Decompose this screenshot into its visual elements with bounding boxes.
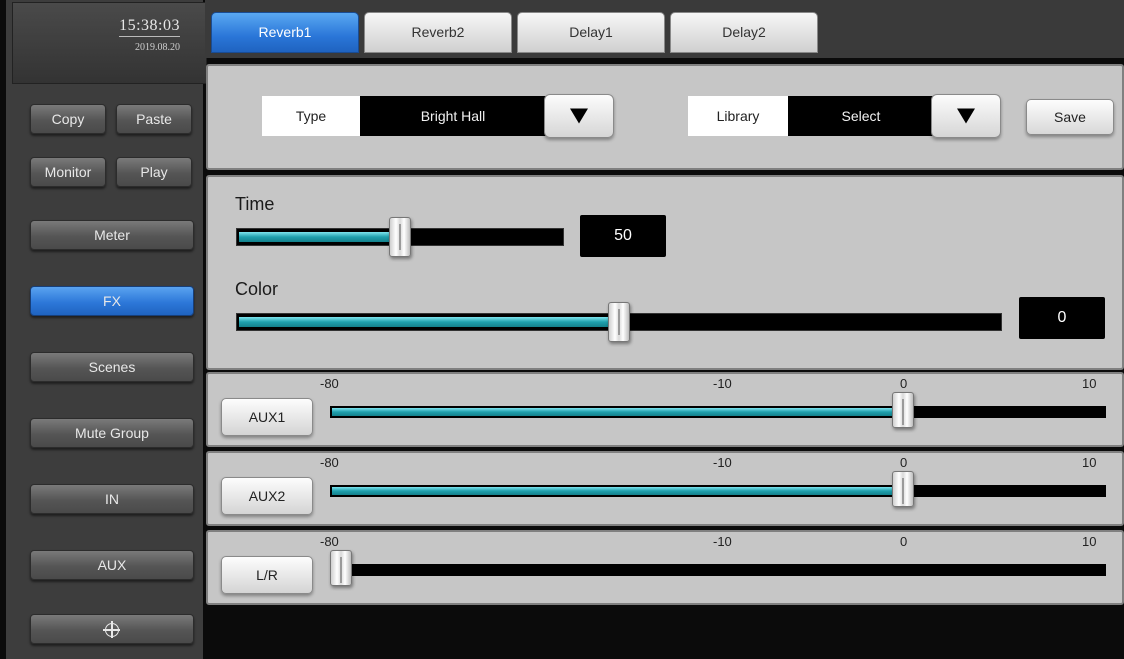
save-button[interactable]: Save bbox=[1026, 99, 1114, 135]
fx-tab-bar: Reverb1 Reverb2 Delay1 Delay2 bbox=[205, 0, 1124, 58]
dropdown-arrow-icon bbox=[957, 108, 975, 124]
time-value: 50 bbox=[580, 215, 666, 257]
library-dropdown-button[interactable] bbox=[931, 94, 1001, 138]
aux1-slider-fill bbox=[332, 408, 901, 416]
library-label: Library bbox=[688, 96, 788, 136]
lr-button[interactable]: L/R bbox=[221, 556, 313, 594]
params-panel: Time 50 Color 0 bbox=[206, 175, 1124, 370]
type-value[interactable]: Bright Hall bbox=[360, 96, 546, 136]
dropdown-arrow-icon bbox=[570, 108, 588, 124]
aux2-slider-fill bbox=[332, 487, 901, 495]
time-slider-thumb[interactable] bbox=[389, 217, 411, 257]
meter-button[interactable]: Meter bbox=[30, 220, 194, 250]
scale-tick: 10 bbox=[1082, 455, 1097, 470]
tab-delay1[interactable]: Delay1 bbox=[517, 12, 665, 53]
crosshair-icon bbox=[103, 621, 120, 639]
tab-reverb2[interactable]: Reverb2 bbox=[364, 12, 512, 53]
type-dropdown-button[interactable] bbox=[544, 94, 614, 138]
scale-tick: 0 bbox=[900, 376, 908, 391]
scale-tick: -80 bbox=[320, 455, 339, 470]
time-slider-fill bbox=[239, 232, 399, 242]
scale-tick: 0 bbox=[900, 455, 908, 470]
aux1-send-panel: AUX1 -80 -10 0 10 bbox=[206, 372, 1124, 447]
aux1-button[interactable]: AUX1 bbox=[221, 398, 313, 436]
tab-reverb1[interactable]: Reverb1 bbox=[211, 12, 359, 53]
scale-tick: 10 bbox=[1082, 534, 1097, 549]
time-label: Time bbox=[235, 194, 275, 214]
aux2-send-panel: AUX2 -80 -10 0 10 bbox=[206, 451, 1124, 526]
clock: 15:38:03 2019.08.20 bbox=[12, 2, 207, 84]
scale-tick: -10 bbox=[713, 455, 732, 470]
clock-time: 15:38:03 bbox=[119, 17, 180, 37]
clock-date: 2019.08.20 bbox=[135, 42, 180, 53]
paste-button[interactable]: Paste bbox=[116, 104, 192, 134]
aux2-button[interactable]: AUX2 bbox=[221, 477, 313, 515]
sidebar: 15:38:03 2019.08.20 Copy Paste Monitor P… bbox=[6, 0, 207, 659]
scenes-button[interactable]: Scenes bbox=[30, 352, 194, 382]
monitor-button[interactable]: Monitor bbox=[30, 157, 106, 187]
scale-tick: -80 bbox=[320, 376, 339, 391]
mute-group-button[interactable]: Mute Group bbox=[30, 418, 194, 448]
aux1-slider-track[interactable] bbox=[330, 406, 1106, 418]
aux2-slider-track[interactable] bbox=[330, 485, 1106, 497]
scale-tick: -10 bbox=[713, 534, 732, 549]
color-label: Color bbox=[235, 279, 279, 299]
fx-button[interactable]: FX bbox=[30, 286, 194, 316]
library-value[interactable]: Select bbox=[788, 96, 934, 136]
scale-tick: 0 bbox=[900, 534, 908, 549]
copy-button[interactable]: Copy bbox=[30, 104, 106, 134]
lr-slider-track[interactable] bbox=[330, 564, 1106, 576]
scale-tick: 10 bbox=[1082, 376, 1097, 391]
lr-slider-thumb[interactable] bbox=[330, 550, 352, 586]
lr-send-panel: L/R -80 -10 0 10 bbox=[206, 530, 1124, 605]
color-value: 0 bbox=[1019, 297, 1105, 339]
color-slider-fill bbox=[239, 317, 618, 327]
aux-button[interactable]: AUX bbox=[30, 550, 194, 580]
color-slider-thumb[interactable] bbox=[608, 302, 630, 342]
crosshair-button[interactable] bbox=[30, 614, 194, 644]
aux1-slider-thumb[interactable] bbox=[892, 392, 914, 428]
scale-tick: -80 bbox=[320, 534, 339, 549]
scale-tick: -10 bbox=[713, 376, 732, 391]
aux2-slider-thumb[interactable] bbox=[892, 471, 914, 507]
tab-delay2[interactable]: Delay2 bbox=[670, 12, 818, 53]
in-button[interactable]: IN bbox=[30, 484, 194, 514]
play-button[interactable]: Play bbox=[116, 157, 192, 187]
type-label: Type bbox=[262, 96, 360, 136]
preset-panel: Type Bright Hall Library Select Save bbox=[206, 64, 1124, 170]
